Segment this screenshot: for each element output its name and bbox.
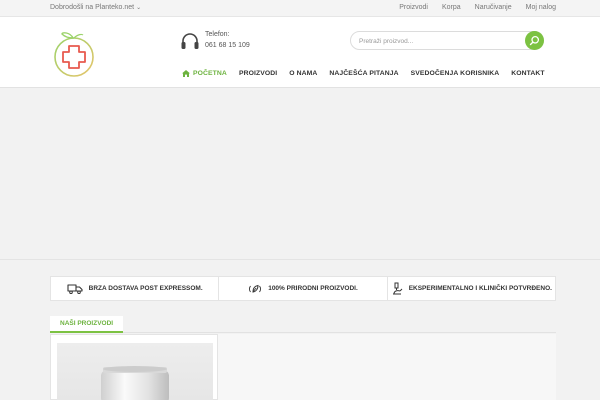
tab-our-products[interactable]: NAŠI PROIZVODI: [50, 316, 124, 333]
nav-item-about[interactable]: O NAMA: [283, 64, 323, 82]
site-header: Telefon: 061 68 15 109 POČETNA PROIZVODI…: [0, 17, 600, 88]
top-bar: Dobrodošli na Planteko.net ⌄ Proizvodi Ko…: [0, 0, 600, 17]
nav-item-label: POČETNA: [193, 69, 227, 77]
feature-strip: BRZA DOSTAVA POST EXPRESSOM. 100% PRIROD…: [50, 276, 556, 301]
product-image[interactable]: [57, 343, 213, 400]
home-icon: [182, 69, 190, 77]
feature-natural: 100% PRIRODNI PROIZVODI.: [219, 277, 388, 300]
nav-item-label: KONTAKT: [511, 69, 545, 77]
top-link-ordering[interactable]: Naručivanje: [475, 4, 512, 11]
microscope-icon: [392, 282, 403, 295]
nav-item-label: PROIZVODI: [238, 69, 278, 77]
feature-delivery: BRZA DOSTAVA POST EXPRESSOM.: [51, 277, 220, 300]
nav-item-label: O NAMA: [289, 69, 318, 77]
product-card[interactable]: [50, 334, 218, 400]
main-nav: POČETNA PROIZVODI O NAMA NAJČEŠĆA PITANJ…: [176, 64, 551, 82]
top-links: Proizvodi Korpa Naručivanje Moj nalog: [399, 4, 556, 11]
nav-item-label: NAJČEŠĆA PITANJA: [329, 69, 399, 77]
search-icon: [529, 35, 540, 46]
phone-label: Telefon:: [205, 31, 230, 38]
feature-label: EKSPERIMENTALNO I KLINIČKI POTVRĐENO.: [408, 285, 552, 292]
top-link-my-account[interactable]: Moj nalog: [526, 4, 556, 11]
leaf-icon: [249, 284, 262, 293]
product-jar-image: [101, 366, 169, 400]
headphones-icon: [181, 33, 199, 49]
nav-item-contact[interactable]: KONTAKT: [505, 64, 550, 82]
hero-banner: [0, 88, 600, 260]
search-input[interactable]: [359, 35, 519, 47]
nav-item-products[interactable]: PROIZVODI: [233, 64, 283, 82]
chevron-down-icon: ⌄: [136, 5, 142, 11]
products-section-header: NAŠI PROIZVODI: [50, 316, 556, 333]
top-link-products[interactable]: Proizvodi: [399, 4, 428, 11]
nav-item-home[interactable]: POČETNA: [176, 64, 233, 82]
top-link-cart[interactable]: Korpa: [442, 4, 461, 11]
nav-item-label: SVEDOČENJA KORISNIKA: [410, 69, 500, 77]
phone-number[interactable]: 061 68 15 109: [205, 42, 250, 49]
feature-clinical: EKSPERIMENTALNO I KLINIČKI POTVRĐENO.: [388, 277, 555, 300]
feature-label: BRZA DOSTAVA POST EXPRESSOM.: [88, 285, 203, 292]
search-box: [350, 31, 544, 50]
nav-item-testimonials[interactable]: SVEDOČENJA KORISNIKA: [405, 64, 506, 82]
feature-label: 100% PRIRODNI PROIZVODI.: [268, 285, 358, 292]
nav-item-faq[interactable]: NAJČEŠĆA PITANJA: [323, 64, 404, 82]
search-button[interactable]: [525, 31, 544, 50]
welcome-text: Dobrodošli na Planteko.net: [50, 4, 135, 11]
truck-icon: [67, 283, 83, 294]
welcome-dropdown[interactable]: Dobrodošli na Planteko.net ⌄: [50, 4, 141, 11]
planteko-logo[interactable]: [52, 30, 96, 78]
products-area: [218, 334, 556, 400]
